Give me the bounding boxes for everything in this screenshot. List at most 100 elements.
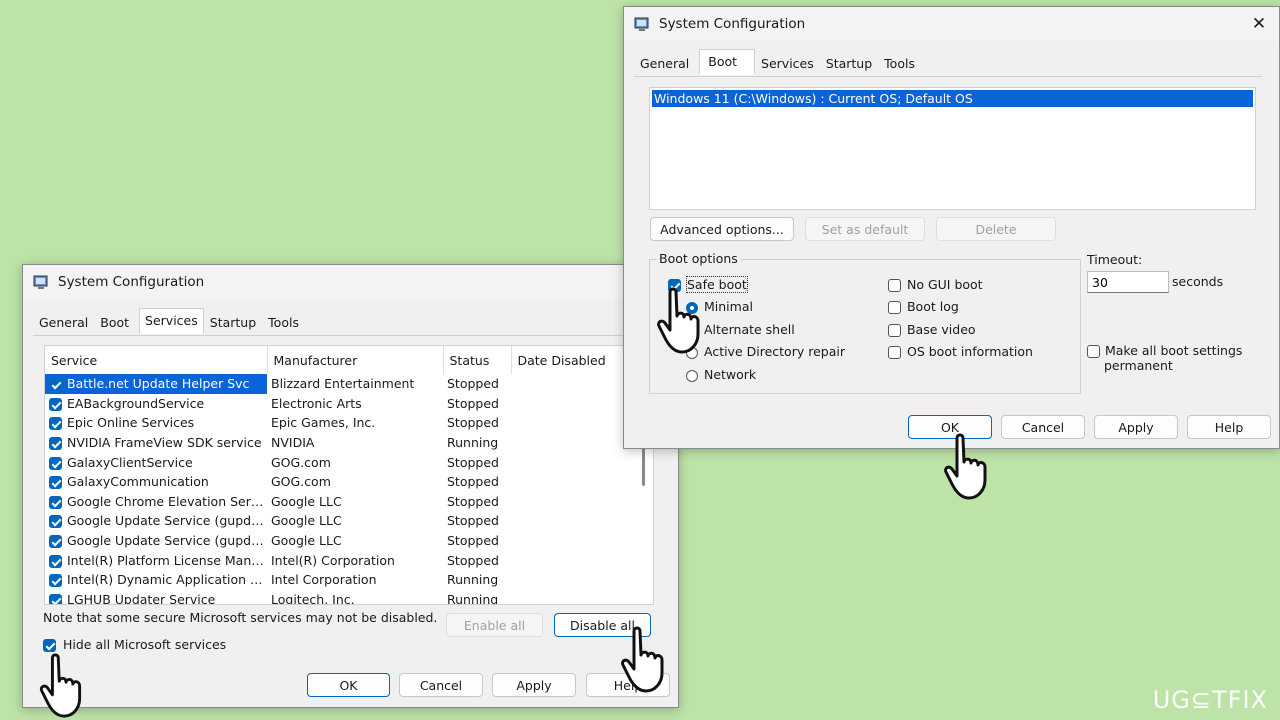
table-row[interactable]: GalaxyClientService GOG.com Stopped [45,452,635,472]
boot-log-checkbox[interactable] [888,301,901,314]
hide-ms-services-checkbox[interactable] [43,639,56,652]
cancel-button[interactable]: Cancel [1001,415,1085,439]
service-checkbox[interactable] [49,397,62,411]
service-checkbox[interactable] [49,515,62,529]
table-row[interactable]: GalaxyCommunication GOG.com Stopped [45,472,635,492]
table-row[interactable]: EABackgroundService Electronic Arts Stoppe… [45,394,635,414]
service-checkbox[interactable] [49,535,62,549]
service-name: Intel(R) Platform License Manag... [67,552,267,568]
status-cell: Stopped [447,533,499,549]
manufacturer-cell: Electronic Arts [271,395,362,411]
network-label: Network [703,367,757,382]
base-video-label: Base video [906,322,976,337]
ad-repair-label: Active Directory repair [703,344,845,359]
cancel-button[interactable]: Cancel [399,673,483,697]
service-name-cell: Google Update Service (gupdate) [45,511,267,531]
service-checkbox[interactable] [49,437,62,451]
tab-startup[interactable]: Startup [204,310,262,335]
service-name-cell: GalaxyCommunication [45,472,267,492]
service-checkbox[interactable] [49,378,62,392]
os-boot-info-checkbox[interactable] [888,346,901,359]
make-permanent-label-2: permanent [1104,358,1173,373]
close-icon[interactable]: ✕ [1249,15,1269,35]
delete-button[interactable]: Delete [936,217,1056,241]
tab-boot[interactable]: Boot [699,49,756,75]
tab-startup[interactable]: Startup [820,51,878,76]
no-gui-boot-label: No GUI boot [906,277,983,292]
date-disabled-cell [511,413,635,433]
advanced-options-button[interactable]: Advanced options... [650,217,794,241]
service-checkbox[interactable] [49,417,62,431]
table-row[interactable]: Battle.net Update Helper Svc Blizzard Ent… [45,374,635,394]
services-window: System Configuration General Boot Servic… [22,264,679,708]
service-checkbox[interactable] [49,554,62,568]
manufacturer-cell: Intel Corporation [271,572,377,588]
os-boot-info-label: OS boot information [906,344,1033,359]
service-checkbox[interactable] [49,476,62,490]
make-permanent-option[interactable]: Make all boot settings permanent [1087,343,1242,373]
table-row[interactable]: Google Update Service (gupdate) Google LL… [45,511,635,531]
service-name-cell: Intel(R) Dynamic Application Loa... [45,570,267,590]
no-gui-boot-checkbox[interactable] [888,279,901,292]
base-video-checkbox[interactable] [888,324,901,337]
table-row[interactable]: NVIDIA FrameView SDK service NVIDIA Runnin… [45,433,635,453]
services-list[interactable]: Service Manufacturer Status Date Disable… [44,345,654,605]
service-name: LGHUB Updater Service [67,591,216,605]
service-checkbox[interactable] [49,495,62,509]
table-row[interactable]: Intel(R) Dynamic Application Loa... Intel… [45,570,635,590]
service-checkbox[interactable] [49,574,62,588]
service-checkbox[interactable] [49,456,62,470]
service-name-cell: Intel(R) Platform License Manag... [45,550,267,570]
network-option[interactable]: Network [686,367,756,382]
title-bar: System Configuration [23,265,678,299]
manufacturer-cell: Intel(R) Corporation [271,552,395,568]
os-boot-info-option[interactable]: OS boot information [888,344,1033,359]
apply-button[interactable]: Apply [1094,415,1178,439]
date-disabled-cell [511,550,635,570]
hide-ms-services-option[interactable]: Hide all Microsoft services [43,637,226,652]
base-video-option[interactable]: Base video [888,322,976,337]
window-title: System Configuration [58,274,205,290]
ok-button[interactable]: OK [307,673,390,697]
tab-boot[interactable]: Boot [94,310,135,335]
manufacturer-cell: GOG.com [271,474,331,490]
network-radio[interactable] [686,369,698,382]
timeout-label: Timeout: [1087,252,1143,267]
tab-general[interactable]: General [33,310,94,335]
column-header-service[interactable]: Service [45,346,268,374]
boot-log-option[interactable]: Boot log [888,299,959,314]
tab-services[interactable]: Services [139,308,204,334]
make-permanent-checkbox[interactable] [1087,345,1100,358]
set-default-button[interactable]: Set as default [805,217,925,241]
tab-tools[interactable]: Tools [262,310,305,335]
tab-tools[interactable]: Tools [878,51,921,76]
no-gui-boot-option[interactable]: No GUI boot [888,277,983,292]
system-config-icon [33,275,48,289]
enable-all-button[interactable]: Enable all [446,613,543,637]
tab-services[interactable]: Services [755,51,820,76]
help-button[interactable]: Help [1187,415,1271,439]
table-row[interactable]: Google Update Service (gupdatem) Google L… [45,531,635,551]
service-name-cell: LGHUB Updater Service [45,590,267,605]
pointing-hand-icon [944,433,987,500]
table-row[interactable]: Google Chrome Elevation Servic... Google … [45,492,635,512]
pointing-hand-icon [39,653,82,718]
service-name: EABackgroundService [67,395,205,411]
timeout-input[interactable] [1087,271,1169,293]
pointing-hand-icon [657,287,700,354]
table-row[interactable]: Epic Online Services Epic Games, Inc. Stop… [45,413,635,433]
note-text: Note that some secure Microsoft services… [43,610,438,625]
service-checkbox[interactable] [49,593,62,604]
apply-button[interactable]: Apply [492,673,576,697]
tab-general[interactable]: General [634,51,695,76]
os-entry[interactable]: Windows 11 (C:\Windows) : Current OS; De… [652,90,1253,107]
window-title: System Configuration [659,16,806,32]
column-header-manufacturer[interactable]: Manufacturer [267,346,444,374]
table-row[interactable]: LGHUB Updater Service Logitech, Inc. Runni… [45,590,635,605]
table-row[interactable]: Intel(R) Platform License Manag... Intel(… [45,550,635,570]
column-header-date-disabled[interactable]: Date Disabled [511,346,636,374]
manufacturer-cell: Google LLC [271,513,342,529]
status-cell: Stopped [447,513,499,529]
os-list[interactable]: Windows 11 (C:\Windows) : Current OS; De… [649,87,1256,210]
column-header-status[interactable]: Status [443,346,512,374]
